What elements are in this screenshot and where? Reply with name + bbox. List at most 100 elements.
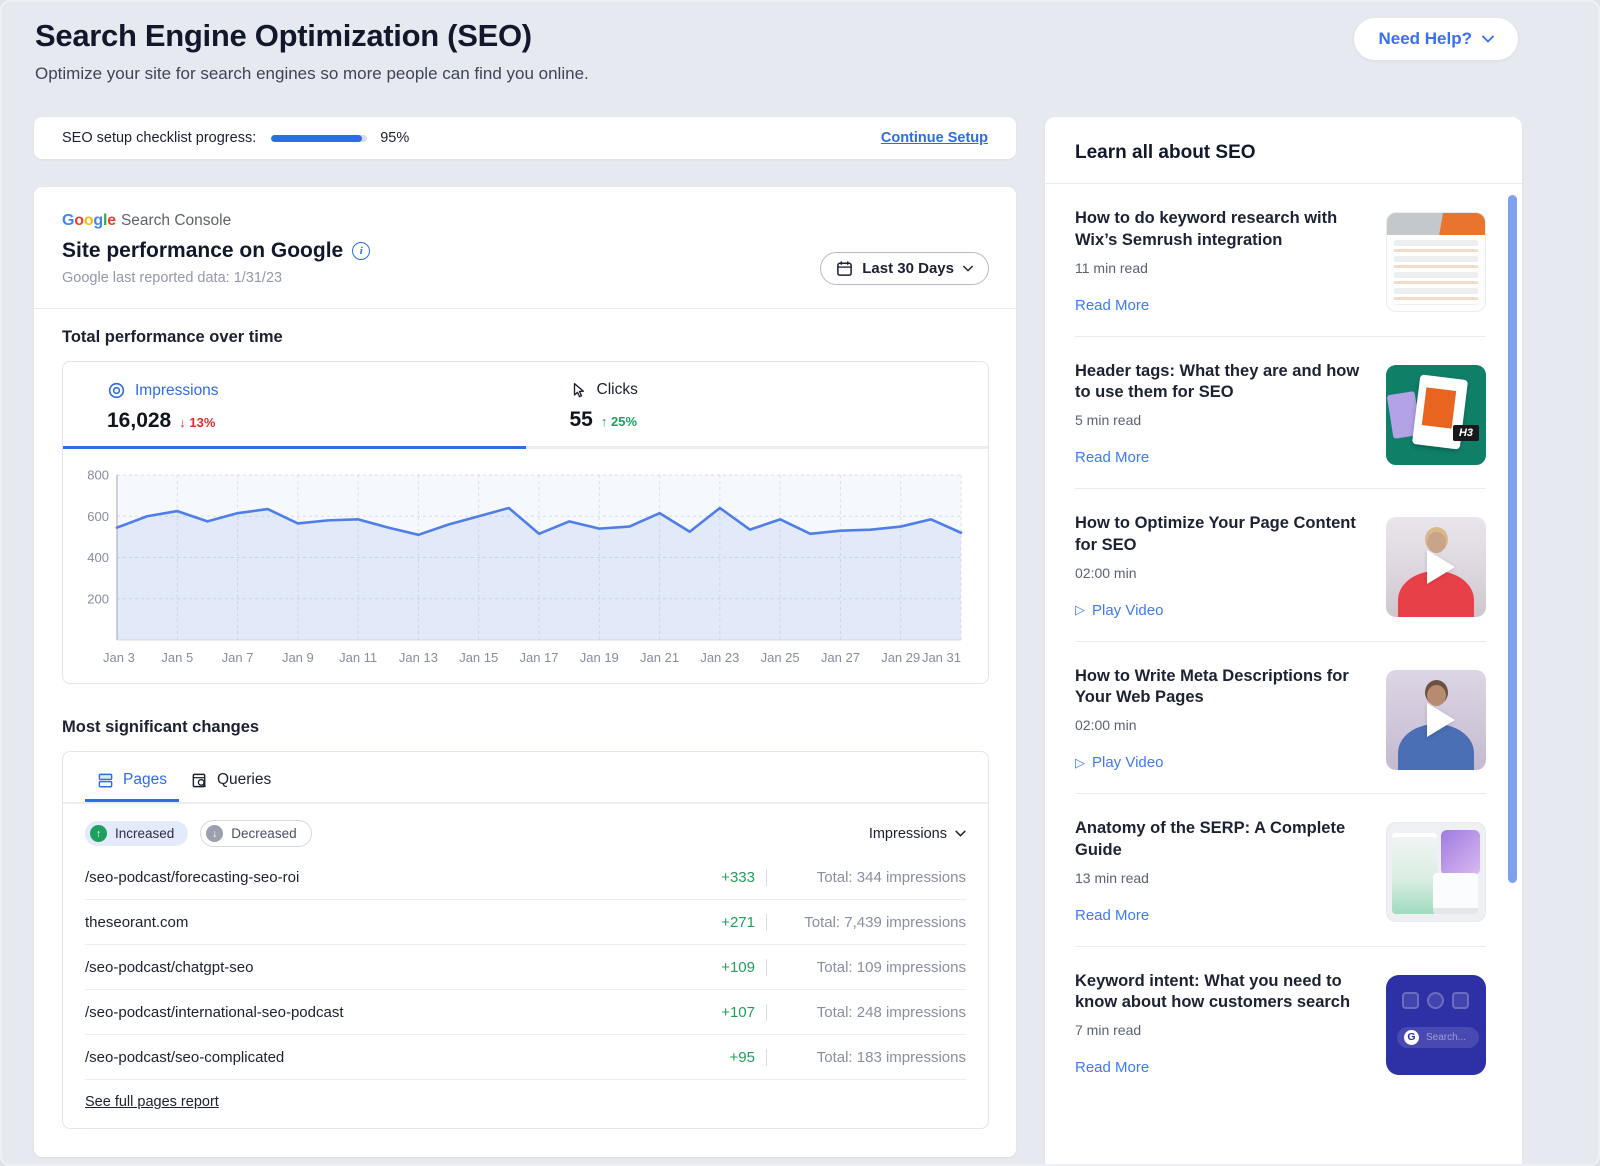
thumb-graphic [1452, 992, 1469, 1009]
article-card: How to do keyword research with Wix’s Se… [1075, 184, 1486, 337]
arrow-down-icon: ↓ [179, 415, 186, 430]
article-thumbnail-serp[interactable] [1386, 822, 1486, 922]
divider [766, 959, 767, 976]
row-total-impressions: Total: 344 impressions [778, 869, 966, 886]
continue-setup-link[interactable]: Continue Setup [881, 130, 988, 146]
progress-bar-fill [271, 135, 362, 142]
progress-percent: 95% [380, 130, 409, 146]
metric-tab-impressions[interactable]: Impressions 16,028 ↓ 13% [63, 362, 526, 449]
divider [766, 914, 767, 931]
article-thumbnail-keyword-intent[interactable]: GSearch... [1386, 975, 1486, 1075]
divider [766, 869, 767, 886]
read-more-link[interactable]: Read More [1075, 907, 1366, 924]
svg-text:Jan 19: Jan 19 [580, 650, 619, 665]
play-overlay-icon [1427, 550, 1455, 584]
play-overlay-icon [1427, 703, 1455, 737]
svg-text:Jan 15: Jan 15 [459, 650, 498, 665]
tab-label: Pages [123, 771, 167, 789]
row-page-name: /seo-podcast/chatgpt-seo [85, 959, 707, 976]
read-more-link[interactable]: Read More [1075, 1059, 1366, 1076]
google-wordmark: Google [62, 212, 116, 229]
change-row: theseorant.com+271Total: 7,439 impressio… [85, 900, 966, 945]
significant-changes-box: Pages Queries ↑ Increased ↓ Decreased Im… [62, 751, 989, 1129]
increase-icon: ↑ [90, 825, 107, 842]
svg-text:Jan 11: Jan 11 [339, 650, 377, 665]
row-change-value: +109 [707, 959, 755, 976]
row-change-value: +95 [707, 1049, 755, 1066]
metric-value: 16,028 [107, 409, 171, 433]
svg-text:Jan 17: Jan 17 [519, 650, 558, 665]
change-row: /seo-podcast/seo-complicated+95 Total: 18… [85, 1035, 966, 1080]
svg-text:Jan 29: Jan 29 [881, 650, 920, 665]
search-placeholder: Search... [1426, 1032, 1466, 1043]
performance-chart: 200400600800Jan 3Jan 5Jan 7Jan 9Jan 11Ja… [75, 465, 968, 670]
article-thumbnail-header-tags[interactable]: H3 [1386, 365, 1486, 465]
article-meta: 02:00 min [1075, 565, 1366, 581]
see-full-pages-report-link[interactable]: See full pages report [85, 1094, 219, 1110]
sort-label: Impressions [869, 826, 947, 842]
sort-dropdown[interactable]: Impressions [869, 826, 966, 842]
article-card: Anatomy of the SERP: A Complete Guide13 … [1075, 794, 1486, 947]
seo-dashboard: Search Engine Optimization (SEO) Optimiz… [0, 0, 1600, 1166]
metric-delta: ↓ 13% [179, 415, 215, 430]
change-row: /seo-podcast/forecasting-seo-roi+333 Tota… [85, 855, 966, 900]
performance-section-title: Total performance over time [62, 328, 989, 347]
thumb-graphic [1427, 992, 1444, 1009]
read-more-link[interactable]: Read More [1075, 449, 1366, 466]
tab-pages[interactable]: Pages [85, 752, 179, 802]
search-console-label: Search Console [121, 212, 231, 229]
site-performance-card: GoogleSearch Console Site performance on… [34, 187, 1016, 1157]
article-card: How to Optimize Your Page Content for SE… [1075, 489, 1486, 642]
row-page-name: /seo-podcast/forecasting-seo-roi [85, 869, 707, 886]
sidebar-title: Learn all about SEO [1045, 117, 1522, 184]
svg-text:Jan 23: Jan 23 [700, 650, 739, 665]
row-page-name: /seo-podcast/seo-complicated [85, 1049, 707, 1066]
chevron-down-icon [955, 830, 966, 837]
article-title: How to Optimize Your Page Content for SE… [1075, 513, 1366, 557]
arrow-up-icon: ↑ [601, 414, 608, 429]
read-more-link[interactable]: Read More [1075, 297, 1366, 314]
info-icon[interactable]: i [352, 242, 370, 260]
row-change-value: +333 [707, 869, 755, 886]
changes-section-title: Most significant changes [62, 718, 989, 737]
thumb-graphic [1394, 240, 1478, 305]
row-total-impressions: Total: 7,439 impressions [778, 914, 966, 931]
progress-label: SEO setup checklist progress: [62, 130, 256, 146]
article-meta: 7 min read [1075, 1022, 1366, 1038]
article-list: How to do keyword research with Wix’s Se… [1045, 184, 1522, 1098]
decrease-icon: ↓ [206, 825, 223, 842]
article-title: How to Write Meta Descriptions for Your … [1075, 666, 1366, 710]
sidebar-scrollbar[interactable] [1508, 195, 1517, 883]
article-thumbnail-video-man[interactable] [1386, 670, 1486, 770]
svg-text:Jan 27: Jan 27 [821, 650, 860, 665]
play-video-link[interactable]: ▷Play Video [1075, 602, 1366, 619]
filter-increased[interactable]: ↑ Increased [85, 821, 188, 846]
divider [766, 1049, 767, 1066]
thumb-graphic [1422, 387, 1456, 428]
row-total-impressions: Total: 183 impressions [778, 1049, 966, 1066]
metric-name: Impressions [135, 382, 219, 400]
calendar-icon [836, 260, 853, 277]
tab-label: Queries [217, 771, 271, 789]
article-card: Header tags: What they are and how to us… [1075, 337, 1486, 490]
play-icon: ▷ [1075, 755, 1085, 771]
play-video-link[interactable]: ▷Play Video [1075, 754, 1366, 771]
metric-tab-clicks[interactable]: Clicks 55 ↑ 25% [526, 362, 989, 449]
progress-bar [271, 135, 367, 142]
h3-tag-label: H3 [1453, 425, 1479, 441]
divider [34, 308, 1016, 309]
need-help-button[interactable]: Need Help? [1354, 18, 1518, 60]
article-thumbnail-semrush[interactable] [1386, 212, 1486, 312]
date-range-button[interactable]: Last 30 Days [820, 252, 989, 285]
filter-decreased[interactable]: ↓ Decreased [200, 820, 311, 847]
tab-queries[interactable]: Queries [179, 752, 283, 802]
svg-text:Jan 9: Jan 9 [282, 650, 314, 665]
article-thumbnail-video-woman[interactable] [1386, 517, 1486, 617]
pages-icon [97, 772, 114, 789]
svg-text:400: 400 [87, 550, 109, 565]
date-range-label: Last 30 Days [862, 260, 954, 277]
metric-value: 55 [570, 408, 593, 432]
impressions-icon [107, 381, 126, 400]
thumb-graphic [1402, 992, 1419, 1009]
setup-progress-card: SEO setup checklist progress: 95% Contin… [34, 117, 1016, 159]
